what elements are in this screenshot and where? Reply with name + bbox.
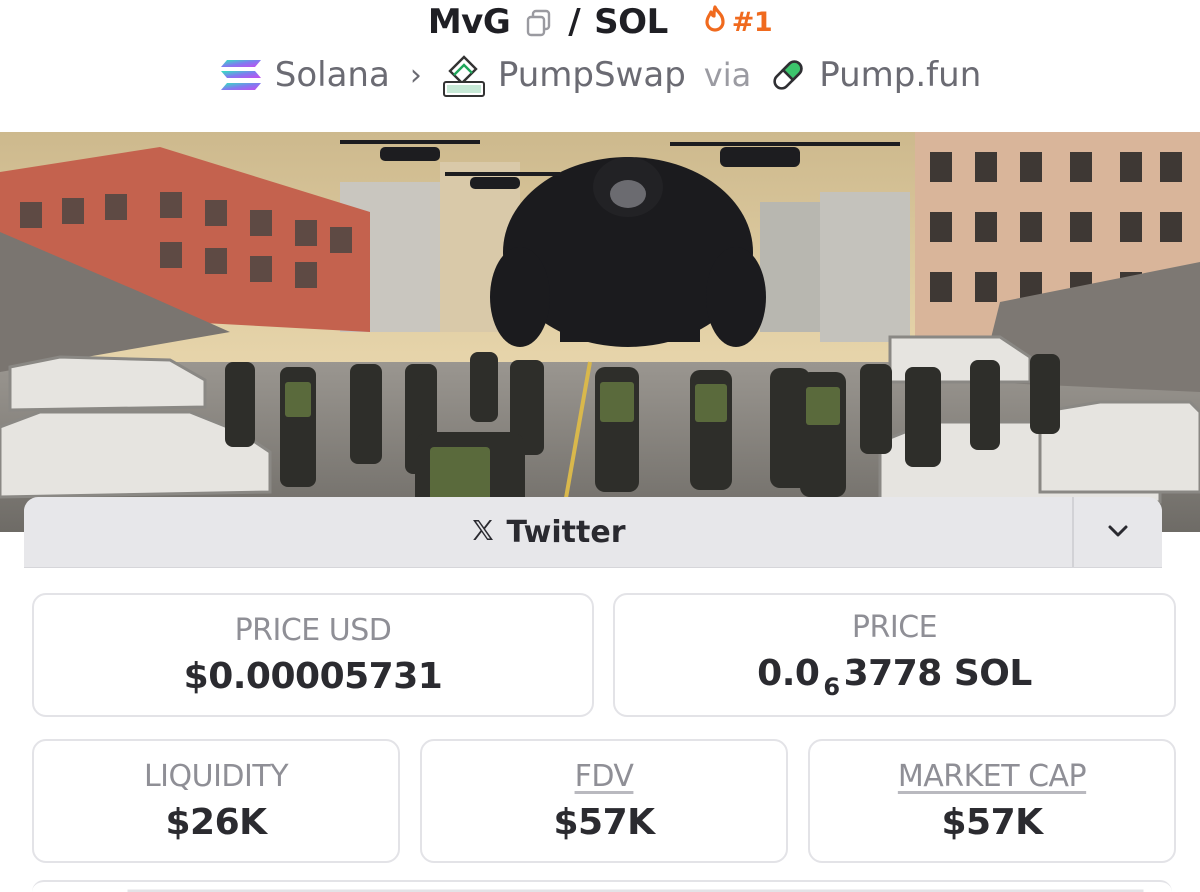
market-cap-label[interactable]: MARKET CAP <box>898 759 1087 794</box>
liquidity-value: $26K <box>165 802 267 843</box>
copy-icon[interactable] <box>524 7 554 37</box>
socials-expand-button[interactable] <box>1072 497 1162 567</box>
price-native-digits: 3778 <box>843 652 943 694</box>
market-cap-value: $57K <box>941 802 1043 843</box>
liquidity-card: LIQUIDITY $26K <box>32 739 400 863</box>
price-native-value: 0.0 6 3778 SOL <box>757 653 1032 701</box>
price-usd-value: $0.00005731 <box>183 656 443 697</box>
launchpad-link[interactable]: Pump.fun <box>819 55 981 95</box>
dex-link[interactable]: PumpSwap <box>498 55 686 95</box>
pair-separator: / <box>568 2 581 42</box>
market-cap-card: MARKET CAP $57K <box>808 739 1176 863</box>
chevron-down-icon <box>1107 523 1129 542</box>
chevron-right-icon: › <box>409 57 422 93</box>
via-label: via <box>703 56 752 94</box>
pumpswap-logo-icon <box>442 53 486 97</box>
price-usd-label: PRICE USD <box>234 613 392 648</box>
solana-logo-icon <box>219 58 263 92</box>
socials-bar: Twitter <box>24 497 1162 567</box>
fdv-label[interactable]: FDV <box>575 759 634 794</box>
next-row-edge <box>32 880 1172 892</box>
chain-link[interactable]: Solana <box>275 55 390 95</box>
price-native-zeros-count: 6 <box>823 672 840 701</box>
price-native-label: PRICE <box>851 609 938 645</box>
trending-rank-badge[interactable]: #1 <box>702 4 773 40</box>
token-banner-image <box>0 132 1200 532</box>
pill-icon <box>769 56 807 94</box>
pair-title: MvG / SOL #1 <box>0 0 1200 44</box>
fdv-card: FDV $57K <box>420 739 788 863</box>
breadcrumb: Solana › PumpSwap via Pump.fun <box>0 52 1200 98</box>
twitter-label: Twitter <box>506 514 626 550</box>
price-native-prefix: 0.0 <box>757 652 820 694</box>
quote-symbol: SOL <box>594 2 668 42</box>
price-usd-card: PRICE USD $0.00005731 <box>32 593 594 717</box>
token-symbol: MvG <box>427 2 511 42</box>
price-native-unit: SOL <box>953 652 1032 694</box>
rank-label: #1 <box>731 6 773 38</box>
twitter-link[interactable]: Twitter <box>24 497 1072 567</box>
x-logo-icon <box>471 515 495 550</box>
price-native-card: PRICE 0.0 6 3778 SOL <box>613 593 1176 717</box>
liquidity-label: LIQUIDITY <box>143 759 289 794</box>
fdv-value: $57K <box>553 802 655 843</box>
flame-icon <box>702 4 728 40</box>
